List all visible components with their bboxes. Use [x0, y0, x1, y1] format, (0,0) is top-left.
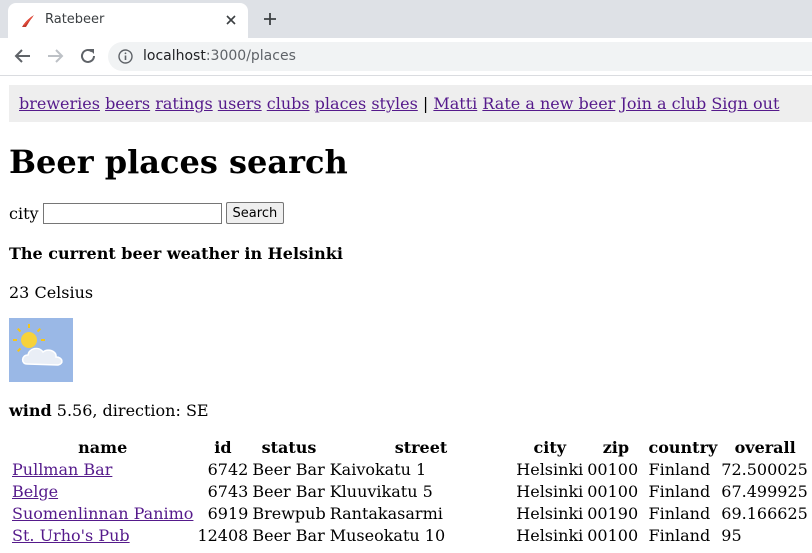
- place-zip: 00100: [587, 460, 639, 479]
- city-search-input[interactable]: [42, 202, 222, 224]
- place-street: Museokatu 10: [329, 526, 446, 545]
- temperature-text: 23 Celsius: [9, 283, 94, 302]
- place-city: Helsinki: [516, 526, 584, 545]
- search-button[interactable]: Search: [225, 202, 285, 224]
- url-host: localhost: [143, 48, 206, 64]
- place-id: 6742: [207, 460, 249, 479]
- nav-link-ratings[interactable]: ratings: [155, 94, 213, 113]
- header-street: street: [394, 438, 448, 457]
- place-overall: 72.500025: [721, 460, 808, 479]
- table-header-row: name id status street city zip country o…: [11, 438, 810, 458]
- site-navbar: breweries beers ratings users clubs plac…: [9, 85, 812, 122]
- nav-link-sign-out[interactable]: Sign out: [711, 94, 779, 113]
- place-country: Finland: [648, 460, 711, 479]
- table-row: Belge 6743 Beer Bar Kluuvikatu 5 Helsink…: [11, 482, 810, 502]
- browser-tabstrip: Ratebeer: [0, 0, 812, 38]
- tab-title: Ratebeer: [45, 12, 105, 27]
- page-title: Beer places search: [9, 143, 348, 181]
- place-name-link[interactable]: Pullman Bar: [12, 460, 112, 479]
- place-id: 6919: [207, 504, 249, 523]
- place-status: Beer Bar: [252, 482, 325, 501]
- place-name-link[interactable]: Belge: [12, 482, 58, 501]
- nav-link-users[interactable]: users: [218, 94, 262, 113]
- place-country: Finland: [648, 504, 711, 523]
- place-status: Brewpub: [252, 504, 326, 523]
- wind-label: wind: [9, 401, 52, 420]
- header-name: name: [78, 438, 128, 457]
- place-id: 12408: [197, 526, 249, 545]
- header-city: city: [533, 438, 567, 457]
- nav-link-styles[interactable]: styles: [371, 94, 417, 113]
- place-overall: 67.499925: [721, 482, 808, 501]
- place-country: Finland: [648, 526, 711, 545]
- header-country: country: [648, 438, 718, 457]
- wind-value: 5.56, direction: SE: [51, 401, 209, 420]
- wind-info: wind 5.56, direction: SE: [9, 401, 209, 420]
- place-street: Kluuvikatu 5: [329, 482, 433, 501]
- weather-heading: The current beer weather in Helsinki: [9, 244, 343, 263]
- place-zip: 00100: [587, 482, 639, 501]
- new-tab-icon[interactable]: [262, 11, 278, 27]
- browser-tab[interactable]: Ratebeer: [8, 3, 248, 38]
- nav-link-places[interactable]: places: [315, 94, 367, 113]
- back-arrow-icon[interactable]: [14, 47, 32, 65]
- search-form: city Search: [9, 202, 285, 224]
- place-overall: 69.166625: [721, 504, 808, 523]
- place-city: Helsinki: [516, 504, 584, 523]
- place-zip: 00100: [587, 526, 639, 545]
- info-icon[interactable]: [118, 49, 133, 64]
- places-table: name id status street city zip country o…: [9, 436, 812, 548]
- table-row: Suomenlinnan Panimo 6919 Brewpub Rantaka…: [11, 504, 810, 524]
- nav-link-clubs[interactable]: clubs: [267, 94, 310, 113]
- url-path: :3000/places: [205, 48, 296, 64]
- forward-arrow-icon[interactable]: [46, 47, 64, 65]
- nav-link-rate-beer[interactable]: Rate a new beer: [482, 94, 615, 113]
- nav-link-breweries[interactable]: breweries: [19, 94, 100, 113]
- place-street: Rantakasarmi: [329, 504, 443, 523]
- place-name-link[interactable]: Suomenlinnan Panimo: [12, 504, 193, 523]
- header-id: id: [214, 438, 232, 457]
- place-street: Kaivokatu 1: [329, 460, 427, 479]
- place-zip: 00190: [587, 504, 639, 523]
- reload-icon[interactable]: [79, 47, 97, 65]
- table-row: St. Urho's Pub 12408 Beer Bar Museokatu …: [11, 526, 810, 546]
- city-label: city: [9, 203, 39, 223]
- partly-cloudy-icon: [9, 318, 73, 382]
- browser-toolbar: localhost:3000/places: [0, 38, 812, 76]
- place-status: Beer Bar: [252, 460, 325, 479]
- place-name-link[interactable]: St. Urho's Pub: [12, 526, 130, 545]
- address-bar[interactable]: localhost:3000/places: [108, 42, 812, 71]
- table-row: Pullman Bar 6742 Beer Bar Kaivokatu 1 He…: [11, 460, 810, 480]
- url-text: localhost:3000/places: [143, 48, 296, 64]
- place-country: Finland: [648, 482, 711, 501]
- nav-link-beers[interactable]: beers: [105, 94, 150, 113]
- header-overall: overall: [734, 438, 796, 457]
- nav-separator: |: [422, 94, 429, 113]
- place-status: Beer Bar: [252, 526, 325, 545]
- place-city: Helsinki: [516, 482, 584, 501]
- nav-link-user-profile[interactable]: Matti: [433, 94, 477, 113]
- close-tab-icon[interactable]: [224, 13, 238, 27]
- place-city: Helsinki: [516, 460, 584, 479]
- ratebeer-favicon-icon: [22, 15, 34, 27]
- header-zip: zip: [602, 438, 630, 457]
- place-overall: 95: [721, 526, 742, 545]
- place-id: 6743: [207, 482, 249, 501]
- header-status: status: [261, 438, 317, 457]
- nav-link-join-club[interactable]: Join a club: [620, 94, 706, 113]
